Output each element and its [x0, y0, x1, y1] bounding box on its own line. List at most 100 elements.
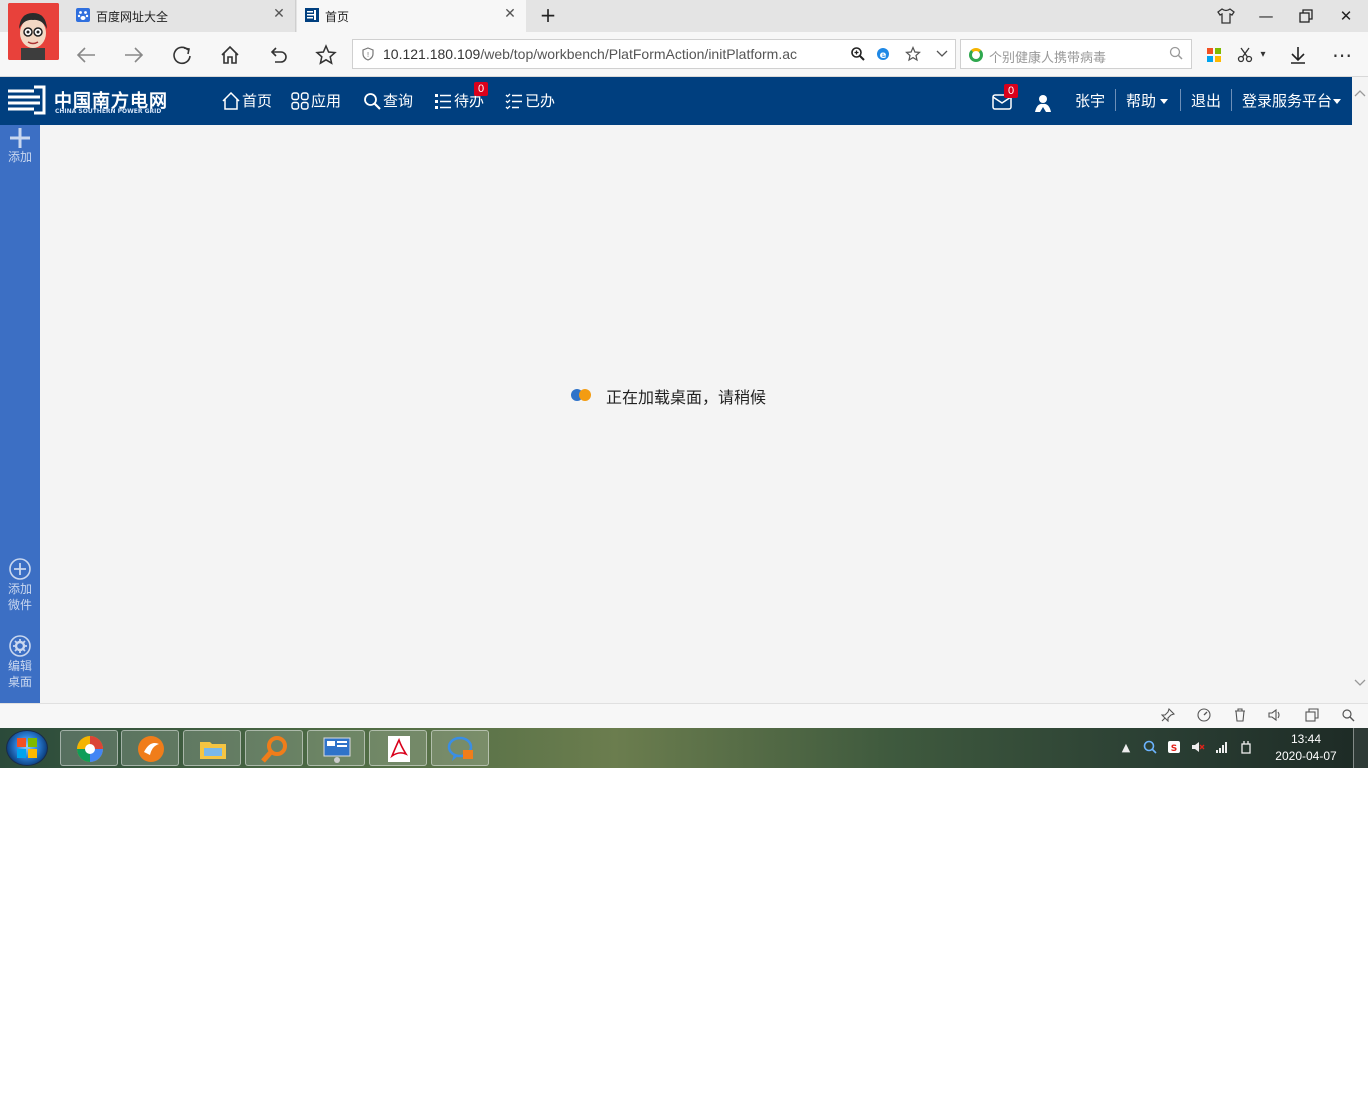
zoom-status-icon[interactable]: [1339, 708, 1357, 726]
window-icon[interactable]: [1303, 708, 1321, 726]
messages-button[interactable]: 0: [992, 84, 1018, 113]
loading-text: 正在加载桌面，请稍候: [606, 388, 767, 407]
nav-query[interactable]: 查询: [363, 89, 415, 113]
scroll-up-icon[interactable]: [1352, 87, 1368, 103]
forward-button[interactable]: [120, 41, 148, 69]
tray-search-icon[interactable]: [1142, 740, 1158, 756]
skin-icon[interactable]: [1214, 4, 1238, 28]
download-button[interactable]: [1284, 41, 1312, 69]
chevron-down-icon: [1354, 679, 1366, 686]
csg-emblem-icon: [8, 85, 46, 115]
edit-desktop-button[interactable]: 编辑 桌面: [0, 634, 40, 690]
speed-icon[interactable]: [1195, 708, 1213, 726]
user-name[interactable]: 张宇: [1075, 89, 1105, 113]
undo-close-tab-button[interactable]: [264, 41, 292, 69]
ie-logo-icon: e: [877, 48, 889, 61]
search-ring-icon: [1143, 740, 1157, 754]
start-button[interactable]: [6, 730, 48, 766]
vertical-scrollbar[interactable]: [1352, 77, 1368, 703]
browser-tab-strip: 百度网址大全 ✕ 首页 ✕ + — ✕: [0, 0, 1368, 60]
zoom-icon[interactable]: [849, 46, 867, 64]
taskbar-app-chat[interactable]: [431, 730, 489, 766]
taskbar-clock[interactable]: 13:44 2020-04-07: [1262, 731, 1350, 765]
nav-label: 查询: [383, 92, 414, 110]
home-icon: [222, 92, 240, 110]
user-profile-button[interactable]: [1034, 89, 1054, 113]
scissors-icon: [1237, 47, 1253, 63]
home-button[interactable]: [216, 41, 244, 69]
nav-todo[interactable]: 待办 0: [434, 82, 488, 113]
taskbar-app-remote[interactable]: [307, 730, 365, 766]
refresh-button[interactable]: [168, 41, 196, 69]
close-window-button[interactable]: ✕: [1334, 4, 1358, 28]
taskbar-app-explorer[interactable]: [183, 730, 241, 766]
help-label: 帮助: [1126, 92, 1157, 110]
clock-time: 13:44: [1290, 732, 1322, 746]
restore-window-icon: [1305, 708, 1319, 722]
user-avatar[interactable]: [8, 3, 59, 60]
back-button[interactable]: [72, 41, 100, 69]
show-desktop-button[interactable]: [1353, 728, 1368, 768]
left-rail: 添加 添加 微件 编辑 桌面: [0, 125, 40, 703]
edit-desktop-label-line2: 桌面: [7, 675, 32, 689]
new-tab-button[interactable]: +: [537, 4, 559, 26]
pin-glyph-icon: [1160, 707, 1176, 723]
trash-icon[interactable]: [1231, 708, 1249, 726]
tray-network-icon[interactable]: [1214, 740, 1230, 756]
nav-home[interactable]: 首页: [222, 89, 274, 113]
done-list-icon: [505, 93, 522, 110]
screenshot-menu-button[interactable]: ▾: [1256, 41, 1270, 69]
ie-mode-icon[interactable]: e: [874, 46, 892, 64]
favorites-button[interactable]: [312, 41, 340, 69]
add-button[interactable]: 添加: [0, 127, 40, 165]
nav-done[interactable]: 已办: [505, 89, 557, 113]
windows-logo-icon: [17, 738, 37, 758]
chevron-up-icon: [1354, 90, 1366, 97]
taskbar-app-browser[interactable]: [60, 730, 118, 766]
help-menu[interactable]: 帮助: [1126, 89, 1169, 113]
url-host: 10.121.180.109: [383, 46, 481, 62]
pin-icon[interactable]: [1159, 707, 1177, 726]
csg-logo[interactable]: 中国南方电网 CHINA SOUTHERN POWER GRID: [8, 85, 188, 117]
restore-button[interactable]: [1294, 4, 1318, 28]
add-favorite-icon[interactable]: [904, 45, 922, 64]
tab-home[interactable]: 首页 ✕: [297, 0, 526, 32]
tab-close-icon[interactable]: ✕: [271, 6, 287, 22]
browser-status-bar: [0, 703, 1368, 728]
more-menu-button[interactable]: ⋯: [1328, 41, 1356, 69]
tray-power-icon[interactable]: [1238, 740, 1254, 756]
minimize-button[interactable]: —: [1254, 4, 1278, 28]
logout-button[interactable]: 退出: [1191, 89, 1221, 113]
todo-count-badge: 0: [474, 82, 488, 96]
tray-input-method-icon[interactable]: S: [1166, 740, 1182, 756]
platform-menu[interactable]: 登录服务平台: [1242, 89, 1342, 113]
tab-baidu-directory[interactable]: 百度网址大全 ✕: [68, 0, 296, 32]
taskbar-app-pdf[interactable]: [369, 730, 427, 766]
address-bar[interactable]: ! 10.121.180.109/web/top/workbench/PlatF…: [352, 39, 956, 69]
chevron-down-icon: [936, 50, 948, 57]
csg-favicon-icon: [305, 8, 319, 22]
url-dropdown-icon[interactable]: [933, 46, 951, 64]
nav-apps[interactable]: 应用: [291, 89, 345, 113]
tray-expand-icon[interactable]: ▲: [1118, 740, 1134, 756]
magnifier-icon: [1169, 46, 1183, 60]
windows-tiles-icon: [1207, 48, 1221, 62]
search-icon[interactable]: [1169, 46, 1185, 62]
clock-date: 2020-04-07: [1275, 749, 1337, 763]
gear-icon: [9, 635, 31, 657]
add-widget-label-line1: 添加: [7, 582, 32, 596]
avatar-cartoon-icon: [8, 3, 59, 60]
taskbar-app-search[interactable]: [245, 730, 303, 766]
house-icon: [221, 45, 239, 64]
search-box[interactable]: 个别健康人携带病毒: [960, 39, 1192, 69]
undo-icon: [270, 47, 287, 63]
scroll-down-icon[interactable]: [1352, 677, 1368, 693]
apps-button[interactable]: [1200, 41, 1228, 69]
tab-close-icon[interactable]: ✕: [502, 6, 518, 22]
taskbar-app-orange[interactable]: [121, 730, 179, 766]
volume-icon[interactable]: [1266, 708, 1284, 726]
add-widget-button[interactable]: 添加 微件: [0, 557, 40, 613]
tray-volume-muted-icon[interactable]: [1190, 740, 1206, 756]
gauge-icon: [1197, 708, 1211, 722]
folder-icon: [200, 742, 226, 759]
